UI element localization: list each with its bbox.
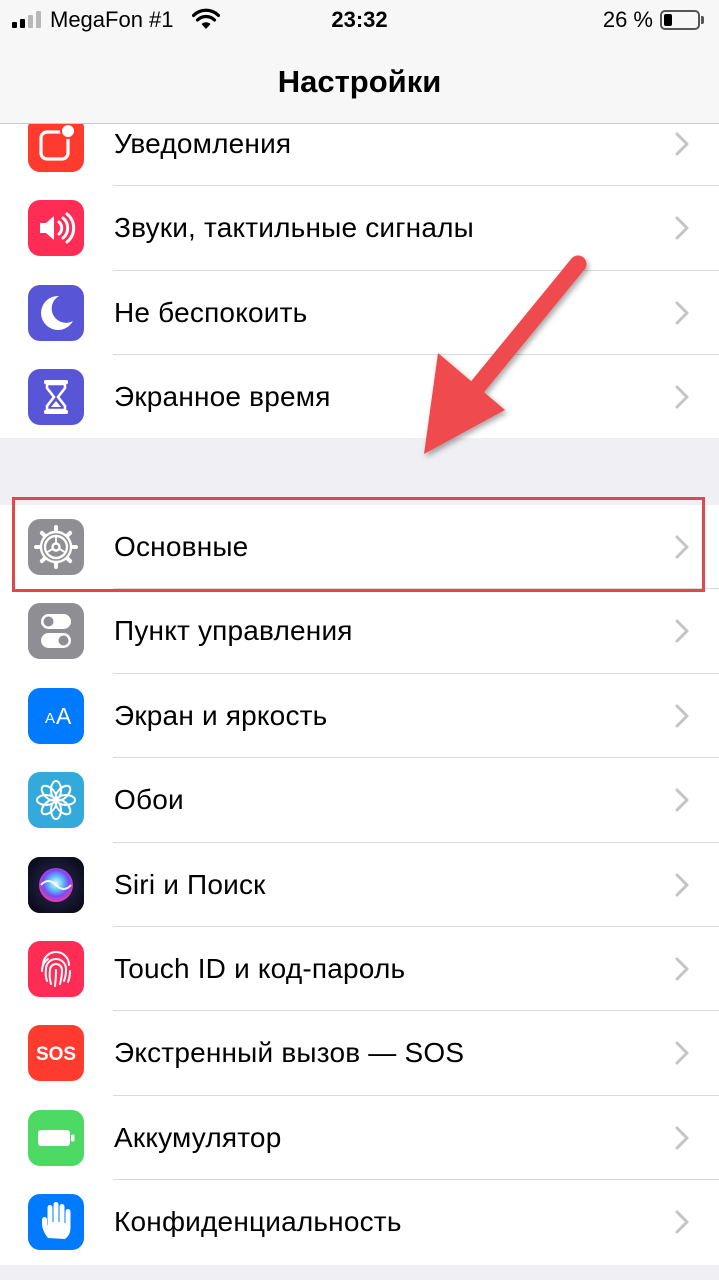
chevron-right-icon [675,1126,689,1150]
chevron-right-icon [675,385,689,409]
chevron-right-icon [675,873,689,897]
settings-row-label: Siri и Поиск [114,868,266,900]
settings-row-label: Экранное время [114,381,331,413]
notifications-icon [28,124,84,172]
settings-row-label: Не беспокоить [114,296,308,328]
sos-icon: SOS [28,1025,84,1082]
settings-row-emergency-sos[interactable]: SOS Экстренный вызов — SOS [0,1011,719,1097]
chevron-right-icon [675,301,689,325]
chevron-right-icon [675,957,689,981]
chevron-right-icon [675,704,689,728]
chevron-right-icon [675,1210,689,1234]
settings-row-do-not-disturb[interactable]: Не беспокоить [0,271,719,356]
settings-group-2: Основные Пункт управления A A Экран и яр… [0,505,719,1265]
wallpaper-flower-icon [28,772,84,829]
settings-row-label: Аккумулятор [114,1121,282,1153]
gear-icon [28,519,84,575]
settings-group-1: Уведомления Звуки, тактильные сигналы Не… [0,124,719,438]
settings-row-notifications[interactable]: Уведомления [0,124,719,187]
settings-row-touch-id[interactable]: Touch ID и код-пароль [0,927,719,1012]
settings-row-siri-search[interactable]: Siri и Поиск [0,843,719,928]
display-brightness-icon: A A [28,687,84,744]
chevron-right-icon [675,788,689,812]
settings-row-label: Уведомления [114,128,292,159]
siri-icon [28,856,84,913]
svg-text:A: A [45,710,55,727]
chevron-right-icon [675,132,689,156]
battery-fill [664,14,673,26]
chevron-right-icon [675,216,689,240]
hourglass-icon [28,369,84,426]
moon-icon [28,284,84,341]
navigation-bar: Настройки [0,40,719,124]
settings-row-label: Touch ID и код-пароль [114,952,406,984]
page-title: Настройки [277,64,442,99]
fingerprint-icon [28,940,84,997]
settings-row-wallpaper[interactable]: Обои [0,758,719,843]
settings-row-control-center[interactable]: Пункт управления [0,589,719,675]
settings-row-label: Обои [114,784,184,816]
settings-row-display-brightness[interactable]: A A Экран и яркость [0,674,719,759]
battery-icon [28,1109,84,1166]
settings-row-label: Пункт управления [114,615,353,647]
battery-percentage: 26 % [602,7,653,32]
sounds-icon [28,200,84,257]
settings-row-privacy[interactable]: Конфиденциальность [0,1180,719,1264]
status-bar: MegaFon #1 23:32 26 % [0,0,719,40]
settings-row-label: Основные [114,531,249,562]
settings-row-label: Конфиденциальность [114,1206,402,1238]
settings-row-sounds[interactable]: Звуки, тактильные сигналы [0,186,719,272]
battery-cap [701,16,704,24]
settings-row-general[interactable]: Основные [0,505,719,590]
chevron-right-icon [675,535,689,559]
control-center-icon [28,603,84,660]
settings-row-battery[interactable]: Аккумулятор [0,1096,719,1181]
svg-text:A: A [56,703,72,729]
settings-row-label: Звуки, тактильные сигналы [114,212,474,244]
chevron-right-icon [675,619,689,643]
sos-icon-text: SOS [36,1044,76,1065]
battery-icon [660,10,700,30]
settings-row-screen-time[interactable]: Экранное время [0,355,719,438]
hand-icon [28,1194,84,1251]
chevron-right-icon [675,1041,689,1065]
settings-row-label: Экран и яркость [114,699,328,731]
settings-row-label: Экстренный вызов — SOS [114,1037,465,1069]
settings-screen: MegaFon #1 23:32 26 % Настройки Уведомле… [0,0,719,1280]
